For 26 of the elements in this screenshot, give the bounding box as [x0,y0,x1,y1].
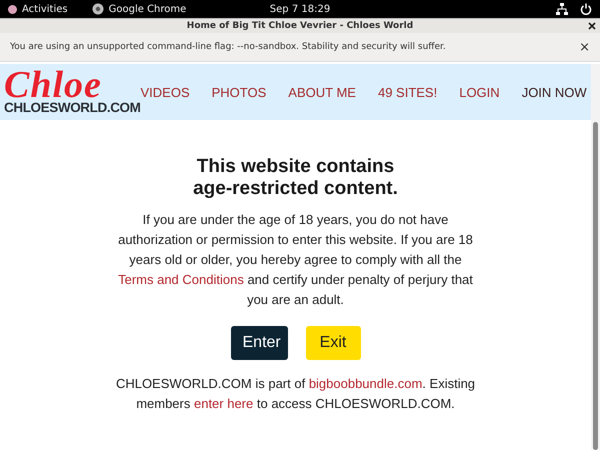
warning-message: You are using an unsupported command-line flag: --no-sandbox. Stability and security will suffer. [10,42,446,52]
power-icon[interactable] [580,3,592,15]
window-title: Home of Big Tit Chloe Vevrier - Chloes World [186,21,414,31]
nav-link[interactable]: JOIN NOW [522,84,587,100]
close-button[interactable]: × [579,40,590,54]
membership-note: CHLOESWORLD.COM is part of bigboobbundle.com. Existing members enter here to access CHLOESWORLD.COM. [116,375,476,413]
nav-link[interactable]: 49 SITES! [378,84,438,100]
app-menu[interactable]: Google Chrome [92,3,186,15]
text-link[interactable]: enter here [194,396,254,411]
activities-button[interactable]: Activities [8,4,68,14]
browser-icon [92,3,104,15]
enter-button[interactable]: Enter [230,326,288,360]
site-logo[interactable]: Chloe CHLOESWORLD.COM [4,69,140,115]
age-notice: If you are under the age of 18 years, you do not have authorization or permission to enter this website. If you are 18 years old or older, you hereby agree to comply with all the Terms and Conditions and certify under penalty of perjury that you are an adult. [117,211,474,309]
close-icon[interactable] [588,22,596,30]
nav-link[interactable]: ABOUT ME [288,84,356,100]
text-link[interactable]: bigboobbundle.com [308,376,422,391]
exit-button[interactable]: Exit [306,326,360,360]
nav-link[interactable]: LOGIN [459,84,500,100]
clock[interactable]: Sep 7 18:29 [270,4,330,14]
network-icon[interactable] [556,3,568,15]
terms-link[interactable]: Terms and Conditions [118,272,244,287]
nav-link[interactable]: PHOTOS [212,84,266,100]
nav-link[interactable]: VIDEOS [140,84,190,100]
heading: This website contains age-restricted content. [193,156,398,200]
scrollbar[interactable] [591,64,600,450]
